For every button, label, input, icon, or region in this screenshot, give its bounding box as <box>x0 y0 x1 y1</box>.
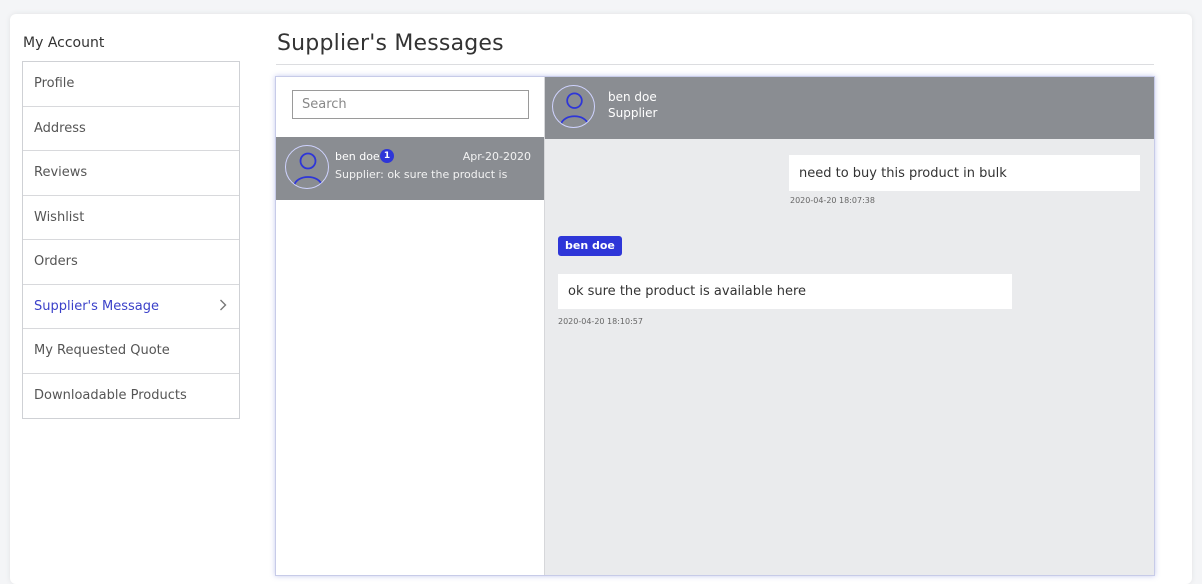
unread-badge: 1 <box>380 149 394 163</box>
menu-item-wishlist[interactable]: Wishlist <box>23 196 239 240</box>
menu-item-label: Supplier's Message <box>34 298 160 314</box>
title-divider <box>276 64 1154 65</box>
message-incoming: ok sure the product is available here <box>558 274 1012 309</box>
menu-item-label: My Requested Quote <box>34 343 170 359</box>
menu-item-requested-quote[interactable]: My Requested Quote <box>23 329 239 374</box>
menu-item-orders[interactable]: Orders <box>23 240 239 285</box>
user-icon <box>552 85 595 128</box>
menu-item-suppliers-message[interactable]: Supplier's Message <box>23 285 239 329</box>
chat-contact-name: ben doe <box>608 90 657 104</box>
menu-item-downloadable-products[interactable]: Downloadable Products <box>23 374 239 419</box>
page-title: Supplier's Messages <box>277 31 504 56</box>
menu-item-label: Profile <box>34 76 75 92</box>
conversation-list: ben doe 1 Apr-20-2020 Supplier: ok sure … <box>276 77 544 575</box>
menu-item-label: Reviews <box>34 165 88 181</box>
chat-contact-role: Supplier <box>608 106 658 120</box>
menu-item-label: Address <box>34 120 86 136</box>
message-text: need to buy this product in bulk <box>799 165 1007 181</box>
menu-item-label: Wishlist <box>34 209 85 225</box>
conversation-date: Apr-20-2020 <box>462 150 531 163</box>
menu-item-address[interactable]: Address <box>23 107 239 151</box>
menu-item-label: Orders <box>34 254 78 270</box>
account-title: My Account <box>23 35 105 51</box>
message-timestamp: 2020-04-20 18:10:57 <box>558 317 643 326</box>
conversation-name: ben doe <box>335 150 380 163</box>
sender-tag: ben doe <box>558 236 622 256</box>
message-text: ok sure the product is available here <box>568 284 807 299</box>
message-outgoing: need to buy this product in bulk <box>789 155 1140 191</box>
account-menu: Profile Address Reviews Wishlist Orders … <box>22 61 240 419</box>
chat-header: ben doe Supplier <box>545 77 1154 139</box>
message-timestamp: 2020-04-20 18:07:38 <box>790 196 875 205</box>
conversation-item[interactable]: ben doe 1 Apr-20-2020 Supplier: ok sure … <box>276 137 544 200</box>
conversation-preview: Supplier: ok sure the product is <box>335 168 508 181</box>
user-icon <box>285 145 329 189</box>
menu-item-label: Downloadable Products <box>34 388 187 404</box>
chevron-right-icon <box>219 297 227 315</box>
chat-area: ben doe Supplier need to buy this produc… <box>544 77 1154 575</box>
search-input[interactable] <box>292 90 529 119</box>
menu-item-profile[interactable]: Profile <box>23 62 239 107</box>
chat-panel: ben doe 1 Apr-20-2020 Supplier: ok sure … <box>275 76 1155 576</box>
menu-item-reviews[interactable]: Reviews <box>23 151 239 196</box>
